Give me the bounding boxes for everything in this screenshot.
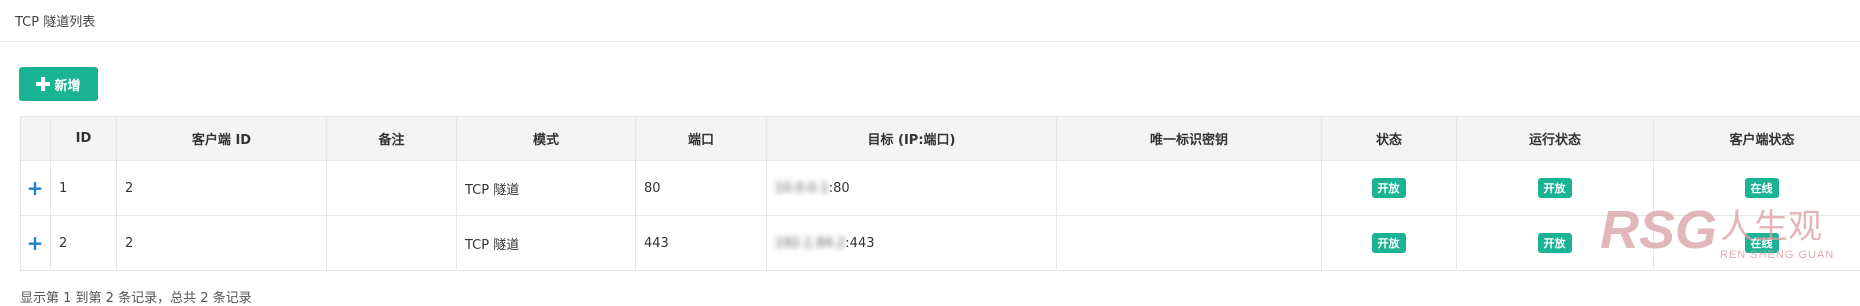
header-id[interactable]: ID bbox=[51, 117, 117, 161]
header-secret[interactable]: 唯一标识密钥 bbox=[1057, 117, 1322, 161]
header-remark[interactable]: 备注 bbox=[327, 117, 457, 161]
cell-target: 10.0.0.1:80 bbox=[767, 161, 1057, 216]
cell-mode: TCP 隧道 bbox=[457, 161, 636, 216]
tunnel-table: ID 客户端 ID 备注 模式 端口 目标 (IP:端口) 唯一标识密钥 状态 … bbox=[20, 116, 1860, 271]
run-status-badge: 开放 bbox=[1538, 233, 1572, 253]
expand-cell[interactable]: + bbox=[21, 161, 51, 216]
table-row: + 1 2 TCP 隧道 80 10.0.0.1:80 开放 开放 在线 bbox=[21, 161, 1860, 216]
status-badge: 开放 bbox=[1372, 233, 1406, 253]
cell-port: 80 bbox=[636, 161, 767, 216]
add-button-label: 新增 bbox=[54, 75, 80, 94]
status-badge: 开放 bbox=[1372, 178, 1406, 198]
cell-client-id: 2 bbox=[117, 216, 327, 271]
header-mode[interactable]: 模式 bbox=[457, 117, 636, 161]
header-port[interactable]: 端口 bbox=[636, 117, 767, 161]
target-port: :443 bbox=[845, 236, 874, 251]
client-status-badge: 在线 bbox=[1745, 178, 1779, 198]
header-target[interactable]: 目标 (IP:端口) bbox=[767, 117, 1057, 161]
cell-client-status: 在线 bbox=[1654, 161, 1860, 216]
header-client-status[interactable]: 客户端状态 bbox=[1654, 117, 1860, 161]
table-row: + 2 2 TCP 隧道 443 192.1.84.2:443 开放 开放 在线 bbox=[21, 216, 1860, 271]
header-client-id[interactable]: 客户端 ID bbox=[117, 117, 327, 161]
run-status-badge: 开放 bbox=[1538, 178, 1572, 198]
cell-client-id: 2 bbox=[117, 161, 327, 216]
header-status[interactable]: 状态 bbox=[1322, 117, 1457, 161]
target-ip-masked: 192.1.84.2 bbox=[775, 236, 845, 251]
expand-plus-icon[interactable]: + bbox=[27, 176, 44, 200]
header-expand bbox=[21, 117, 51, 161]
pagination-summary: 显示第 1 到第 2 条记录，总共 2 条记录 bbox=[20, 287, 252, 306]
header-run-status[interactable]: 运行状态 bbox=[1457, 117, 1654, 161]
plus-icon bbox=[36, 77, 50, 91]
cell-remark bbox=[327, 161, 457, 216]
panel-title: TCP 隧道列表 bbox=[15, 11, 95, 30]
table-header-row: ID 客户端 ID 备注 模式 端口 目标 (IP:端口) 唯一标识密钥 状态 … bbox=[21, 117, 1860, 161]
target-ip-masked: 10.0.0.1 bbox=[775, 181, 829, 196]
cell-target: 192.1.84.2:443 bbox=[767, 216, 1057, 271]
cell-secret bbox=[1057, 216, 1322, 271]
expand-cell[interactable]: + bbox=[21, 216, 51, 271]
cell-run-status: 开放 bbox=[1457, 161, 1654, 216]
cell-remark bbox=[327, 216, 457, 271]
target-port: :80 bbox=[829, 181, 850, 196]
cell-run-status: 开放 bbox=[1457, 216, 1654, 271]
panel-header: TCP 隧道列表 bbox=[0, 0, 1860, 42]
cell-mode: TCP 隧道 bbox=[457, 216, 636, 271]
cell-status: 开放 bbox=[1322, 161, 1457, 216]
client-status-badge: 在线 bbox=[1745, 233, 1779, 253]
cell-secret bbox=[1057, 161, 1322, 216]
cell-port: 443 bbox=[636, 216, 767, 271]
add-button[interactable]: 新增 bbox=[19, 67, 98, 101]
cell-id: 2 bbox=[51, 216, 117, 271]
cell-client-status: 在线 bbox=[1654, 216, 1860, 271]
cell-status: 开放 bbox=[1322, 216, 1457, 271]
cell-id: 1 bbox=[51, 161, 117, 216]
expand-plus-icon[interactable]: + bbox=[27, 231, 44, 255]
